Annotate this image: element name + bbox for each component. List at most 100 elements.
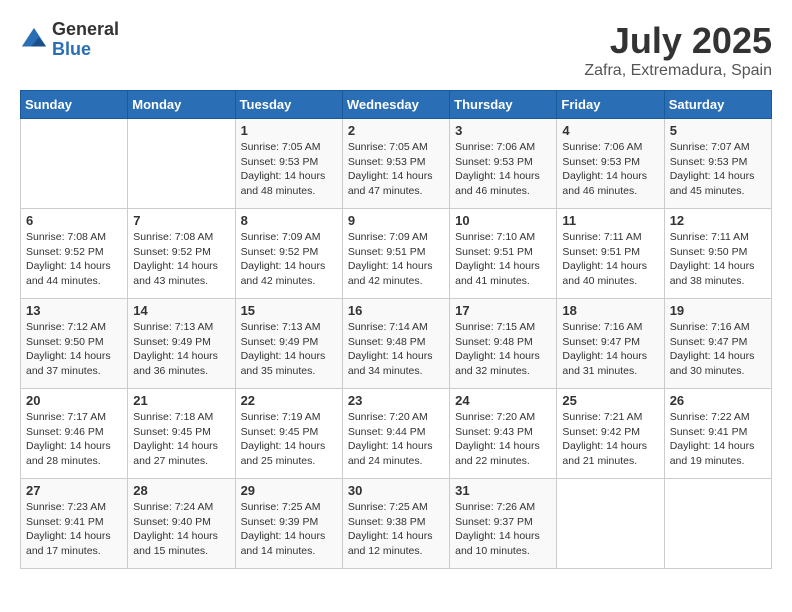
day-info: Sunrise: 7:05 AM Sunset: 9:53 PM Dayligh… bbox=[241, 140, 337, 199]
day-info: Sunrise: 7:13 AM Sunset: 9:49 PM Dayligh… bbox=[241, 320, 337, 379]
day-number: 3 bbox=[455, 123, 551, 138]
day-of-week-header: Friday bbox=[557, 91, 664, 119]
calendar-cell: 11 Sunrise: 7:11 AM Sunset: 9:51 PM Dayli… bbox=[557, 209, 664, 299]
calendar-cell bbox=[21, 119, 128, 209]
calendar-cell: 1 Sunrise: 7:05 AM Sunset: 9:53 PM Daylig… bbox=[235, 119, 342, 209]
day-info: Sunrise: 7:09 AM Sunset: 9:52 PM Dayligh… bbox=[241, 230, 337, 289]
calendar-week-row: 20Sunrise: 7:17 AM Sunset: 9:46 PM Dayli… bbox=[21, 389, 772, 479]
day-info: Sunrise: 7:08 AM Sunset: 9:52 PM Dayligh… bbox=[26, 230, 122, 289]
calendar-cell: 12 Sunrise: 7:11 AM Sunset: 9:50 PM Dayli… bbox=[664, 209, 771, 299]
day-number: 23 bbox=[348, 393, 444, 408]
day-info: Sunrise: 7:23 AM Sunset: 9:41 PM Dayligh… bbox=[26, 500, 122, 559]
day-info: Sunrise: 7:10 AM Sunset: 9:51 PM Dayligh… bbox=[455, 230, 551, 289]
calendar-cell: 21 Sunrise: 7:18 AM Sunset: 9:45 PM Dayli… bbox=[128, 389, 235, 479]
day-info: Sunrise: 7:24 AM Sunset: 9:40 PM Dayligh… bbox=[133, 500, 229, 559]
calendar-week-row: 1 Sunrise: 7:05 AM Sunset: 9:53 PM Daylig… bbox=[21, 119, 772, 209]
day-number: 21 bbox=[133, 393, 229, 408]
location-title: Zafra, Extremadura, Spain bbox=[584, 62, 772, 80]
calendar-cell: 13 Sunrise: 7:12 AM Sunset: 9:50 PM Dayli… bbox=[21, 299, 128, 389]
day-info: Sunrise: 7:16 AM Sunset: 9:47 PM Dayligh… bbox=[562, 320, 658, 379]
calendar-cell: 24 Sunrise: 7:20 AM Sunset: 9:43 PM Dayli… bbox=[450, 389, 557, 479]
calendar-cell bbox=[128, 119, 235, 209]
day-number: 2 bbox=[348, 123, 444, 138]
day-info: Sunrise: 7:12 AM Sunset: 9:50 PM Dayligh… bbox=[26, 320, 122, 379]
day-number: 27 bbox=[26, 483, 122, 498]
calendar-cell: 14 Sunrise: 7:13 AM Sunset: 9:49 PM Dayli… bbox=[128, 299, 235, 389]
logo-text: General Blue bbox=[52, 20, 119, 60]
page-header: General Blue July 2025 Zafra, Extremadur… bbox=[20, 20, 772, 80]
day-number: 18 bbox=[562, 303, 658, 318]
day-info: Sunrise: 7:11 AM Sunset: 9:51 PM Dayligh… bbox=[562, 230, 658, 289]
day-number: 15 bbox=[241, 303, 337, 318]
calendar-cell: 25 Sunrise: 7:21 AM Sunset: 9:42 PM Dayli… bbox=[557, 389, 664, 479]
day-number: 7 bbox=[133, 213, 229, 228]
calendar-cell: 16 Sunrise: 7:14 AM Sunset: 9:48 PM Dayli… bbox=[342, 299, 449, 389]
logo-general: General bbox=[52, 20, 119, 40]
day-number: 4 bbox=[562, 123, 658, 138]
logo-icon bbox=[20, 26, 48, 54]
day-info: Sunrise: 7:20 AM Sunset: 9:43 PM Dayligh… bbox=[455, 410, 551, 469]
calendar-cell: 20Sunrise: 7:17 AM Sunset: 9:46 PM Dayli… bbox=[21, 389, 128, 479]
calendar-cell: 15 Sunrise: 7:13 AM Sunset: 9:49 PM Dayli… bbox=[235, 299, 342, 389]
day-number: 30 bbox=[348, 483, 444, 498]
day-info: Sunrise: 7:18 AM Sunset: 9:45 PM Dayligh… bbox=[133, 410, 229, 469]
calendar-week-row: 6Sunrise: 7:08 AM Sunset: 9:52 PM Daylig… bbox=[21, 209, 772, 299]
day-info: Sunrise: 7:25 AM Sunset: 9:38 PM Dayligh… bbox=[348, 500, 444, 559]
day-info: Sunrise: 7:06 AM Sunset: 9:53 PM Dayligh… bbox=[455, 140, 551, 199]
day-number: 22 bbox=[241, 393, 337, 408]
month-title: July 2025 bbox=[584, 20, 772, 62]
title-area: July 2025 Zafra, Extremadura, Spain bbox=[584, 20, 772, 80]
calendar-cell: 2 Sunrise: 7:05 AM Sunset: 9:53 PM Daylig… bbox=[342, 119, 449, 209]
day-info: Sunrise: 7:11 AM Sunset: 9:50 PM Dayligh… bbox=[670, 230, 766, 289]
day-number: 1 bbox=[241, 123, 337, 138]
calendar-cell: 6Sunrise: 7:08 AM Sunset: 9:52 PM Daylig… bbox=[21, 209, 128, 299]
day-number: 9 bbox=[348, 213, 444, 228]
day-info: Sunrise: 7:16 AM Sunset: 9:47 PM Dayligh… bbox=[670, 320, 766, 379]
calendar-cell: 31Sunrise: 7:26 AM Sunset: 9:37 PM Dayli… bbox=[450, 479, 557, 569]
day-of-week-header: Sunday bbox=[21, 91, 128, 119]
day-info: Sunrise: 7:13 AM Sunset: 9:49 PM Dayligh… bbox=[133, 320, 229, 379]
calendar-cell: 18 Sunrise: 7:16 AM Sunset: 9:47 PM Dayli… bbox=[557, 299, 664, 389]
day-of-week-header: Tuesday bbox=[235, 91, 342, 119]
day-info: Sunrise: 7:21 AM Sunset: 9:42 PM Dayligh… bbox=[562, 410, 658, 469]
day-number: 12 bbox=[670, 213, 766, 228]
calendar-cell: 7 Sunrise: 7:08 AM Sunset: 9:52 PM Daylig… bbox=[128, 209, 235, 299]
day-info: Sunrise: 7:22 AM Sunset: 9:41 PM Dayligh… bbox=[670, 410, 766, 469]
calendar-cell: 23 Sunrise: 7:20 AM Sunset: 9:44 PM Dayli… bbox=[342, 389, 449, 479]
day-number: 20 bbox=[26, 393, 122, 408]
day-info: Sunrise: 7:06 AM Sunset: 9:53 PM Dayligh… bbox=[562, 140, 658, 199]
day-number: 25 bbox=[562, 393, 658, 408]
day-of-week-header: Monday bbox=[128, 91, 235, 119]
day-number: 16 bbox=[348, 303, 444, 318]
calendar-cell: 30 Sunrise: 7:25 AM Sunset: 9:38 PM Dayli… bbox=[342, 479, 449, 569]
calendar-cell: 17Sunrise: 7:15 AM Sunset: 9:48 PM Dayli… bbox=[450, 299, 557, 389]
day-info: Sunrise: 7:20 AM Sunset: 9:44 PM Dayligh… bbox=[348, 410, 444, 469]
logo: General Blue bbox=[20, 20, 119, 60]
day-info: Sunrise: 7:25 AM Sunset: 9:39 PM Dayligh… bbox=[241, 500, 337, 559]
day-number: 14 bbox=[133, 303, 229, 318]
day-info: Sunrise: 7:05 AM Sunset: 9:53 PM Dayligh… bbox=[348, 140, 444, 199]
day-of-week-header: Thursday bbox=[450, 91, 557, 119]
day-number: 26 bbox=[670, 393, 766, 408]
day-number: 24 bbox=[455, 393, 551, 408]
day-info: Sunrise: 7:07 AM Sunset: 9:53 PM Dayligh… bbox=[670, 140, 766, 199]
header-row: SundayMondayTuesdayWednesdayThursdayFrid… bbox=[21, 91, 772, 119]
calendar-cell: 10 Sunrise: 7:10 AM Sunset: 9:51 PM Dayli… bbox=[450, 209, 557, 299]
day-info: Sunrise: 7:08 AM Sunset: 9:52 PM Dayligh… bbox=[133, 230, 229, 289]
day-number: 13 bbox=[26, 303, 122, 318]
calendar-body: 1 Sunrise: 7:05 AM Sunset: 9:53 PM Daylig… bbox=[21, 119, 772, 569]
day-info: Sunrise: 7:14 AM Sunset: 9:48 PM Dayligh… bbox=[348, 320, 444, 379]
day-number: 10 bbox=[455, 213, 551, 228]
calendar-week-row: 27 Sunrise: 7:23 AM Sunset: 9:41 PM Dayli… bbox=[21, 479, 772, 569]
day-number: 28 bbox=[133, 483, 229, 498]
day-number: 8 bbox=[241, 213, 337, 228]
day-number: 17 bbox=[455, 303, 551, 318]
logo-blue: Blue bbox=[52, 40, 119, 60]
day-number: 29 bbox=[241, 483, 337, 498]
day-number: 11 bbox=[562, 213, 658, 228]
day-of-week-header: Saturday bbox=[664, 91, 771, 119]
day-info: Sunrise: 7:19 AM Sunset: 9:45 PM Dayligh… bbox=[241, 410, 337, 469]
calendar-cell bbox=[664, 479, 771, 569]
calendar-cell: 22 Sunrise: 7:19 AM Sunset: 9:45 PM Dayli… bbox=[235, 389, 342, 479]
day-number: 19 bbox=[670, 303, 766, 318]
